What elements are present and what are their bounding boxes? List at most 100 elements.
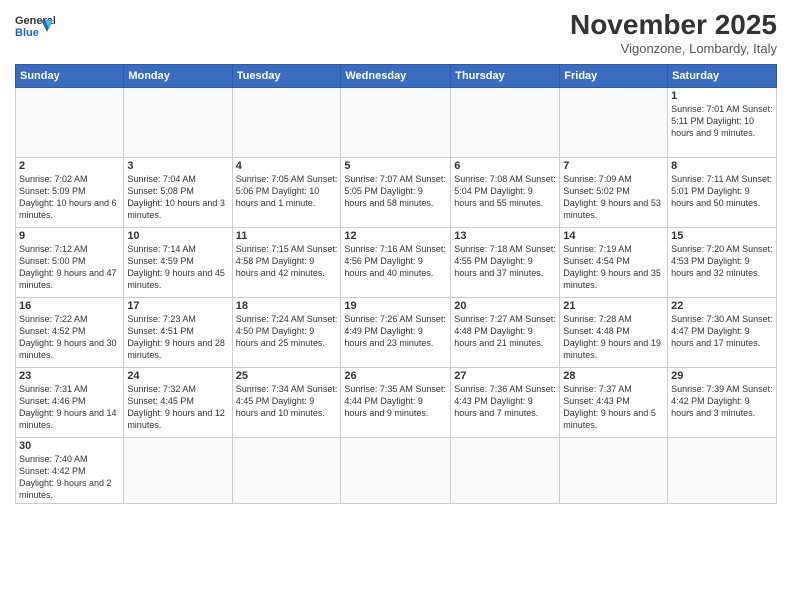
day-info: Sunrise: 7:02 AM Sunset: 5:09 PM Dayligh… (19, 173, 120, 222)
day-number: 28 (563, 370, 664, 382)
calendar-cell (668, 437, 777, 504)
day-number: 18 (236, 300, 338, 312)
calendar-cell: 19Sunrise: 7:26 AM Sunset: 4:49 PM Dayli… (341, 297, 451, 367)
day-number: 4 (236, 160, 338, 172)
day-info: Sunrise: 7:15 AM Sunset: 4:58 PM Dayligh… (236, 243, 338, 279)
day-number: 21 (563, 300, 664, 312)
calendar-cell: 6Sunrise: 7:08 AM Sunset: 5:04 PM Daylig… (451, 157, 560, 227)
calendar-header-row: SundayMondayTuesdayWednesdayThursdayFrid… (16, 64, 777, 87)
day-info: Sunrise: 7:14 AM Sunset: 4:59 PM Dayligh… (127, 243, 228, 292)
day-info: Sunrise: 7:19 AM Sunset: 4:54 PM Dayligh… (563, 243, 664, 292)
calendar-cell: 5Sunrise: 7:07 AM Sunset: 5:05 PM Daylig… (341, 157, 451, 227)
calendar-cell: 21Sunrise: 7:28 AM Sunset: 4:48 PM Dayli… (560, 297, 668, 367)
day-info: Sunrise: 7:37 AM Sunset: 4:43 PM Dayligh… (563, 383, 664, 432)
calendar-cell: 24Sunrise: 7:32 AM Sunset: 4:45 PM Dayli… (124, 367, 232, 437)
calendar-cell: 26Sunrise: 7:35 AM Sunset: 4:44 PM Dayli… (341, 367, 451, 437)
day-info: Sunrise: 7:08 AM Sunset: 5:04 PM Dayligh… (454, 173, 556, 209)
calendar-cell: 7Sunrise: 7:09 AM Sunset: 5:02 PM Daylig… (560, 157, 668, 227)
calendar-week-row: 1Sunrise: 7:01 AM Sunset: 5:11 PM Daylig… (16, 87, 777, 157)
calendar-cell: 15Sunrise: 7:20 AM Sunset: 4:53 PM Dayli… (668, 227, 777, 297)
day-number: 6 (454, 160, 556, 172)
day-info: Sunrise: 7:31 AM Sunset: 4:46 PM Dayligh… (19, 383, 120, 432)
calendar-cell (232, 87, 341, 157)
day-info: Sunrise: 7:24 AM Sunset: 4:50 PM Dayligh… (236, 313, 338, 349)
calendar-cell (124, 437, 232, 504)
day-number: 23 (19, 370, 120, 382)
calendar-day-header: Tuesday (232, 64, 341, 87)
calendar-cell: 16Sunrise: 7:22 AM Sunset: 4:52 PM Dayli… (16, 297, 124, 367)
day-info: Sunrise: 7:39 AM Sunset: 4:42 PM Dayligh… (671, 383, 773, 419)
calendar-cell (232, 437, 341, 504)
day-number: 29 (671, 370, 773, 382)
calendar-week-row: 2Sunrise: 7:02 AM Sunset: 5:09 PM Daylig… (16, 157, 777, 227)
calendar-cell: 22Sunrise: 7:30 AM Sunset: 4:47 PM Dayli… (668, 297, 777, 367)
day-info: Sunrise: 7:27 AM Sunset: 4:48 PM Dayligh… (454, 313, 556, 349)
calendar-cell (451, 87, 560, 157)
calendar-cell: 1Sunrise: 7:01 AM Sunset: 5:11 PM Daylig… (668, 87, 777, 157)
day-number: 11 (236, 230, 338, 242)
day-number: 13 (454, 230, 556, 242)
day-number: 1 (671, 90, 773, 102)
calendar-cell: 18Sunrise: 7:24 AM Sunset: 4:50 PM Dayli… (232, 297, 341, 367)
calendar-cell: 28Sunrise: 7:37 AM Sunset: 4:43 PM Dayli… (560, 367, 668, 437)
day-info: Sunrise: 7:36 AM Sunset: 4:43 PM Dayligh… (454, 383, 556, 419)
day-number: 3 (127, 160, 228, 172)
calendar-cell: 25Sunrise: 7:34 AM Sunset: 4:45 PM Dayli… (232, 367, 341, 437)
svg-text:Blue: Blue (15, 27, 39, 39)
calendar-cell (124, 87, 232, 157)
calendar-cell (560, 437, 668, 504)
day-number: 24 (127, 370, 228, 382)
calendar-cell (341, 437, 451, 504)
day-info: Sunrise: 7:32 AM Sunset: 4:45 PM Dayligh… (127, 383, 228, 432)
day-info: Sunrise: 7:09 AM Sunset: 5:02 PM Dayligh… (563, 173, 664, 222)
day-info: Sunrise: 7:05 AM Sunset: 5:06 PM Dayligh… (236, 173, 338, 209)
day-number: 15 (671, 230, 773, 242)
day-number: 16 (19, 300, 120, 312)
calendar-cell: 12Sunrise: 7:16 AM Sunset: 4:56 PM Dayli… (341, 227, 451, 297)
generalblue-logo-icon: General Blue (15, 10, 55, 48)
calendar-cell: 3Sunrise: 7:04 AM Sunset: 5:08 PM Daylig… (124, 157, 232, 227)
calendar-cell: 10Sunrise: 7:14 AM Sunset: 4:59 PM Dayli… (124, 227, 232, 297)
day-number: 9 (19, 230, 120, 242)
calendar-cell (341, 87, 451, 157)
calendar-cell (560, 87, 668, 157)
calendar-cell: 20Sunrise: 7:27 AM Sunset: 4:48 PM Dayli… (451, 297, 560, 367)
day-number: 5 (344, 160, 447, 172)
day-info: Sunrise: 7:30 AM Sunset: 4:47 PM Dayligh… (671, 313, 773, 349)
day-info: Sunrise: 7:23 AM Sunset: 4:51 PM Dayligh… (127, 313, 228, 362)
day-number: 12 (344, 230, 447, 242)
calendar-cell: 13Sunrise: 7:18 AM Sunset: 4:55 PM Dayli… (451, 227, 560, 297)
title-section: November 2025 Vigonzone, Lombardy, Italy (570, 10, 777, 56)
calendar-day-header: Friday (560, 64, 668, 87)
calendar-day-header: Wednesday (341, 64, 451, 87)
calendar: SundayMondayTuesdayWednesdayThursdayFrid… (15, 64, 777, 505)
day-number: 2 (19, 160, 120, 172)
calendar-day-header: Sunday (16, 64, 124, 87)
calendar-day-header: Saturday (668, 64, 777, 87)
day-info: Sunrise: 7:35 AM Sunset: 4:44 PM Dayligh… (344, 383, 447, 419)
day-number: 26 (344, 370, 447, 382)
calendar-cell: 23Sunrise: 7:31 AM Sunset: 4:46 PM Dayli… (16, 367, 124, 437)
day-info: Sunrise: 7:12 AM Sunset: 5:00 PM Dayligh… (19, 243, 120, 292)
calendar-cell: 11Sunrise: 7:15 AM Sunset: 4:58 PM Dayli… (232, 227, 341, 297)
day-info: Sunrise: 7:16 AM Sunset: 4:56 PM Dayligh… (344, 243, 447, 279)
day-info: Sunrise: 7:26 AM Sunset: 4:49 PM Dayligh… (344, 313, 447, 349)
calendar-cell: 30Sunrise: 7:40 AM Sunset: 4:42 PM Dayli… (16, 437, 124, 504)
day-number: 22 (671, 300, 773, 312)
month-title: November 2025 (570, 10, 777, 41)
subtitle: Vigonzone, Lombardy, Italy (570, 41, 777, 56)
calendar-cell: 27Sunrise: 7:36 AM Sunset: 4:43 PM Dayli… (451, 367, 560, 437)
calendar-cell: 17Sunrise: 7:23 AM Sunset: 4:51 PM Dayli… (124, 297, 232, 367)
day-number: 14 (563, 230, 664, 242)
calendar-week-row: 16Sunrise: 7:22 AM Sunset: 4:52 PM Dayli… (16, 297, 777, 367)
calendar-cell: 2Sunrise: 7:02 AM Sunset: 5:09 PM Daylig… (16, 157, 124, 227)
calendar-cell: 4Sunrise: 7:05 AM Sunset: 5:06 PM Daylig… (232, 157, 341, 227)
day-number: 7 (563, 160, 664, 172)
day-number: 10 (127, 230, 228, 242)
day-info: Sunrise: 7:40 AM Sunset: 4:42 PM Dayligh… (19, 453, 120, 502)
calendar-cell (16, 87, 124, 157)
day-info: Sunrise: 7:34 AM Sunset: 4:45 PM Dayligh… (236, 383, 338, 419)
day-number: 19 (344, 300, 447, 312)
day-info: Sunrise: 7:28 AM Sunset: 4:48 PM Dayligh… (563, 313, 664, 362)
day-info: Sunrise: 7:07 AM Sunset: 5:05 PM Dayligh… (344, 173, 447, 209)
